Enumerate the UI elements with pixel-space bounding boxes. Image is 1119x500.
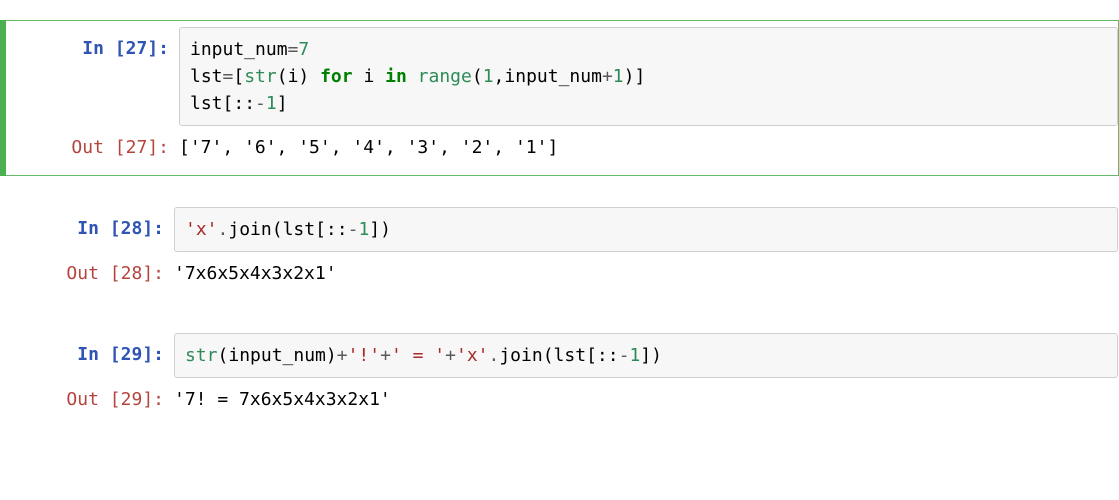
cell-inner: In [27]: input_num=7 lst=[str(i) for i in… <box>14 27 1118 169</box>
input-row: In [27]: input_num=7 lst=[str(i) for i in… <box>14 27 1118 126</box>
input-prompt: In [28]: <box>9 207 174 250</box>
cell-inner: In [28]: 'x'.join(lst[::-1])Out [28]:'7x6… <box>9 207 1118 295</box>
code[interactable]: str(input_num)+'!'+' = '+'x'.join(lst[::… <box>185 342 1107 369</box>
input-area[interactable]: str(input_num)+'!'+' = '+'x'.join(lst[::… <box>174 333 1118 378</box>
output-area: ['7', '6', '5', '4', '3', '2', '1'] <box>179 126 1118 169</box>
output-area: '7x6x5x4x3x2x1' <box>174 252 1118 295</box>
input-prompt: In [29]: <box>9 333 174 376</box>
input-area[interactable]: input_num=7 lst=[str(i) for i in range(1… <box>179 27 1118 126</box>
input-row: In [29]: str(input_num)+'!'+' = '+'x'.joi… <box>9 333 1118 378</box>
output-row: Out [27]:['7', '6', '5', '4', '3', '2', … <box>14 126 1118 169</box>
output-prompt: Out [27]: <box>14 126 179 169</box>
code-cell[interactable]: In [28]: 'x'.join(lst[::-1])Out [28]:'7x6… <box>0 200 1119 302</box>
cell-inner: In [29]: str(input_num)+'!'+' = '+'x'.joi… <box>9 333 1118 421</box>
code[interactable]: input_num=7 lst=[str(i) for i in range(1… <box>190 36 1107 117</box>
input-row: In [28]: 'x'.join(lst[::-1]) <box>9 207 1118 252</box>
jupyter-notebook: In [27]: input_num=7 lst=[str(i) for i in… <box>0 0 1119 472</box>
input-prompt: In [27]: <box>14 27 179 70</box>
code[interactable]: 'x'.join(lst[::-1]) <box>185 216 1107 243</box>
output-text: ['7', '6', '5', '4', '3', '2', '1'] <box>179 134 1108 161</box>
output-prompt: Out [28]: <box>9 252 174 295</box>
output-text: '7x6x5x4x3x2x1' <box>174 260 1108 287</box>
output-text: '7! = 7x6x5x4x3x2x1' <box>174 386 1108 413</box>
output-area: '7! = 7x6x5x4x3x2x1' <box>174 378 1118 421</box>
code-cell[interactable]: In [29]: str(input_num)+'!'+' = '+'x'.joi… <box>0 326 1119 428</box>
code-cell[interactable]: In [27]: input_num=7 lst=[str(i) for i in… <box>0 20 1119 176</box>
output-row: Out [29]:'7! = 7x6x5x4x3x2x1' <box>9 378 1118 421</box>
output-prompt: Out [29]: <box>9 378 174 421</box>
output-row: Out [28]:'7x6x5x4x3x2x1' <box>9 252 1118 295</box>
input-area[interactable]: 'x'.join(lst[::-1]) <box>174 207 1118 252</box>
